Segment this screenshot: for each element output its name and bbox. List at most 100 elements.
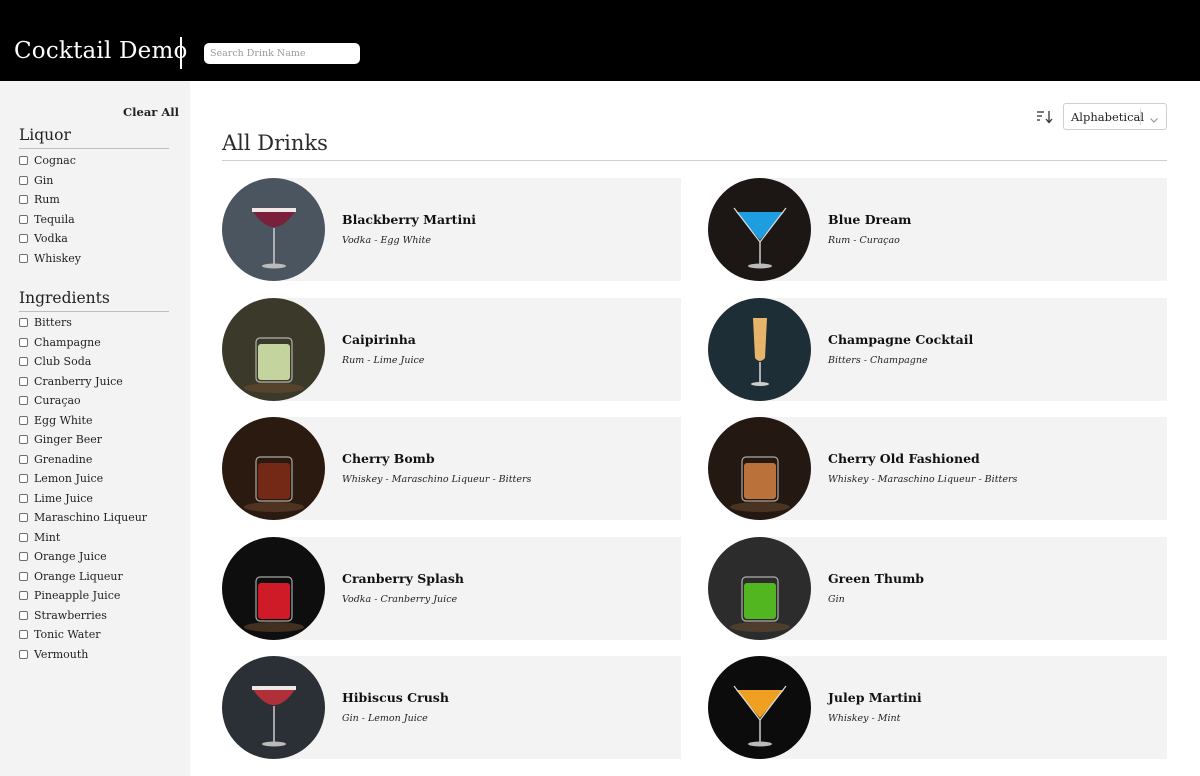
filter-checkbox[interactable] (19, 591, 28, 601)
drink-name[interactable]: Caipirinha (342, 332, 416, 347)
drink-name[interactable]: Blackberry Martini (342, 212, 476, 227)
filter-option[interactable]: Whiskey (19, 249, 81, 269)
filter-option[interactable]: Ginger Beer (19, 430, 147, 450)
filter-option[interactable]: Vodka (19, 229, 81, 249)
filter-checkbox[interactable] (19, 376, 28, 386)
drink-photo[interactable] (708, 656, 811, 759)
drink-card[interactable]: Julep Martini Whiskey - Mint (708, 656, 1167, 759)
drink-ingredients: Whiskey - Maraschino Liqueur - Bitters (342, 474, 532, 485)
drink-name[interactable]: Blue Dream (828, 212, 911, 227)
drink-photo[interactable] (708, 178, 811, 281)
filter-checkbox[interactable] (19, 571, 28, 581)
filter-option-label: Orange Liqueur (34, 569, 123, 583)
filter-option[interactable]: Pineapple Juice (19, 586, 147, 606)
filter-option[interactable]: Tequila (19, 210, 81, 230)
drink-card[interactable]: Hibiscus Crush Gin - Lemon Juice (222, 656, 681, 759)
drink-card[interactable]: Cherry Bomb Whiskey - Maraschino Liqueur … (222, 417, 681, 520)
drink-name[interactable]: Green Thumb (828, 571, 924, 586)
drink-photo[interactable] (222, 178, 325, 281)
clear-all-button[interactable]: Clear All (123, 105, 179, 119)
drink-card-background (760, 656, 1167, 759)
drink-photo[interactable] (708, 297, 811, 401)
filter-checkbox[interactable] (19, 649, 28, 659)
filter-checkbox[interactable] (19, 454, 28, 464)
filter-option[interactable]: Egg White (19, 411, 147, 431)
search-input[interactable] (204, 43, 360, 64)
drink-name[interactable]: Julep Martini (828, 690, 922, 705)
filter-checkbox[interactable] (19, 253, 28, 263)
drink-card-background (760, 297, 1167, 401)
drink-photo[interactable] (222, 536, 325, 640)
filter-option[interactable]: Maraschino Liqueur (19, 508, 147, 528)
title-divider (180, 37, 182, 69)
filter-checkbox[interactable] (19, 318, 28, 328)
filter-option[interactable]: Strawberries (19, 606, 147, 626)
drink-card-background (274, 656, 681, 759)
drink-name[interactable]: Champagne Cocktail (828, 332, 973, 347)
filter-option-label: Gin (34, 173, 54, 187)
filter-checkbox[interactable] (19, 552, 28, 562)
drink-ingredients: Whiskey - Mint (828, 713, 901, 724)
drink-card-background (274, 417, 681, 520)
filter-checkbox[interactable] (19, 610, 28, 620)
filter-checkbox[interactable] (19, 156, 28, 166)
filter-checkbox[interactable] (19, 513, 28, 523)
filter-checkbox[interactable] (19, 630, 28, 640)
filter-checkbox[interactable] (19, 214, 28, 224)
filter-option-label: Lemon Juice (34, 472, 104, 486)
drink-ingredients: Whiskey - Maraschino Liqueur - Bitters (828, 474, 1018, 485)
drink-photo[interactable] (708, 536, 811, 640)
filter-checkbox[interactable] (19, 493, 28, 503)
drink-card[interactable]: Caipirinha Rum - Lime Juice (222, 297, 681, 401)
filter-option[interactable]: Grenadine (19, 450, 147, 470)
main-content: Alphabetical All Drinks Blackberry Marti… (190, 81, 1200, 776)
chevron-down-icon[interactable] (1148, 111, 1160, 123)
drink-card[interactable]: Cherry Old Fashioned Whiskey - Maraschino… (708, 417, 1167, 520)
filter-checkbox[interactable] (19, 175, 28, 185)
filter-option[interactable]: Lime Juice (19, 489, 147, 509)
filter-option[interactable]: Bitters (19, 313, 147, 333)
filter-option[interactable]: Orange Juice (19, 547, 147, 567)
drink-card[interactable]: Blue Dream Rum - Curaçao (708, 178, 1167, 281)
sort-select[interactable]: Alphabetical (1063, 103, 1167, 130)
filter-option[interactable]: Cranberry Juice (19, 372, 147, 392)
filter-option[interactable]: Rum (19, 190, 81, 210)
filter-option[interactable]: Champagne (19, 333, 147, 353)
filter-option[interactable]: Mint (19, 528, 147, 548)
drink-card-background (760, 536, 1167, 640)
filter-checkbox[interactable] (19, 435, 28, 445)
liquor-section-title: Liquor (19, 126, 71, 144)
filter-option[interactable]: Lemon Juice (19, 469, 147, 489)
filter-checkbox[interactable] (19, 415, 28, 425)
drink-card[interactable]: Green Thumb Gin (708, 536, 1167, 640)
filter-option[interactable]: Club Soda (19, 352, 147, 372)
drink-name[interactable]: Cherry Bomb (342, 451, 435, 466)
filter-checkbox[interactable] (19, 234, 28, 244)
filter-checkbox[interactable] (19, 337, 28, 347)
sort-descending-icon[interactable] (1036, 109, 1054, 125)
filter-checkbox[interactable] (19, 357, 28, 367)
filter-option[interactable]: Tonic Water (19, 625, 147, 645)
drink-photo[interactable] (222, 417, 325, 520)
filter-option[interactable]: Orange Liqueur (19, 567, 147, 587)
drink-name[interactable]: Cherry Old Fashioned (828, 451, 980, 466)
drink-card[interactable]: Blackberry Martini Vodka - Egg White (222, 178, 681, 281)
filter-checkbox[interactable] (19, 474, 28, 484)
filter-checkbox[interactable] (19, 532, 28, 542)
drink-ingredients: Vodka - Egg White (342, 235, 431, 246)
drink-photo[interactable] (708, 417, 811, 520)
drink-card[interactable]: Cranberry Splash Vodka - Cranberry Juice (222, 536, 681, 640)
drink-name[interactable]: Cranberry Splash (342, 571, 464, 586)
filter-option[interactable]: Vermouth (19, 645, 147, 665)
filter-option[interactable]: Curaçao (19, 391, 147, 411)
filter-checkbox[interactable] (19, 396, 28, 406)
filter-checkbox[interactable] (19, 195, 28, 205)
liquor-section-divider (19, 148, 169, 149)
filter-option-label: Lime Juice (34, 491, 93, 505)
drink-name[interactable]: Hibiscus Crush (342, 690, 449, 705)
filter-option[interactable]: Cognac (19, 151, 81, 171)
drink-photo[interactable] (222, 656, 325, 759)
filter-option[interactable]: Gin (19, 171, 81, 191)
drink-photo[interactable] (222, 297, 325, 401)
drink-card[interactable]: Champagne Cocktail Bitters - Champagne (708, 297, 1167, 401)
